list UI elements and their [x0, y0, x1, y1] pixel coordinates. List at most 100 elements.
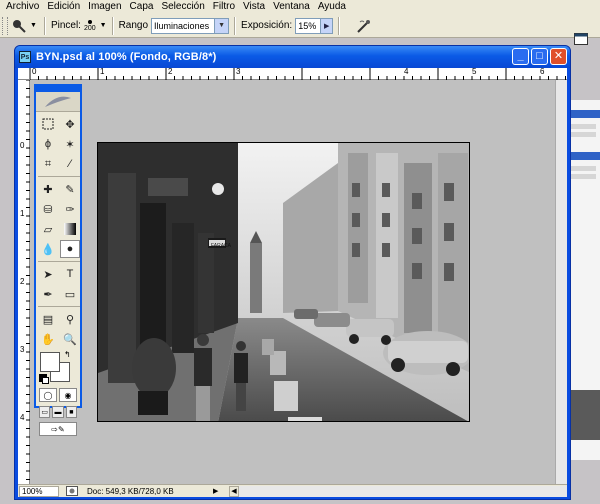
brush-arrow-icon[interactable]: ▼ — [100, 22, 107, 29]
status-bar: 100% Doc: 549,3 KB/728,0 KB ▶ ◀ — [18, 484, 567, 497]
menu-ventana[interactable]: Ventana — [269, 0, 314, 14]
notes-tool-icon[interactable]: ▤ — [38, 310, 58, 328]
status-menu-arrow-icon[interactable]: ▶ — [213, 487, 223, 495]
chevron-down-icon[interactable]: ▼ — [214, 18, 229, 33]
menu-seleccion[interactable]: Selección — [157, 0, 208, 14]
move-tool-icon[interactable]: ✥ — [60, 115, 80, 133]
shop-sign-text: FARACA — [211, 243, 232, 249]
healing-brush-icon[interactable]: ✚ — [38, 180, 58, 198]
default-colors-icon[interactable] — [39, 374, 49, 384]
zoom-field[interactable]: 100% — [19, 485, 59, 497]
document-title: BYN.psd al 100% (Fondo, RGB/8*) — [36, 51, 217, 63]
eyedropper-icon[interactable]: ⚲ — [60, 310, 80, 328]
foreground-color[interactable] — [40, 352, 60, 372]
screen-mode-full-icon[interactable]: ■ — [65, 406, 77, 418]
screen-mode-full-menu-icon[interactable]: ▬ — [52, 406, 64, 418]
shape-tool-icon[interactable]: ▭ — [60, 285, 80, 303]
eraser-tool-icon[interactable]: ▱ — [38, 220, 58, 238]
menu-edicion[interactable]: Edición — [43, 0, 84, 14]
ruler-top-label: 5 — [472, 67, 477, 76]
feather-logo-icon[interactable] — [36, 92, 80, 112]
range-label: Rango — [118, 20, 149, 31]
exposure-field[interactable]: 15% — [295, 17, 322, 34]
exposure-slider-arrow-icon[interactable]: ▶ — [321, 17, 334, 34]
screen-mode-row: ▭ ▬ ■ — [36, 404, 80, 420]
bg-window-row — [570, 166, 596, 171]
mask-mode-row: ◯ ◉ — [36, 386, 80, 404]
jump-to-imageready-icon[interactable]: ⇨✎ — [39, 422, 77, 436]
pen-tool-icon[interactable]: ✒ — [38, 285, 58, 303]
slice-tool-icon[interactable]: ⁄ — [60, 155, 80, 173]
lasso-tool-icon[interactable]: ϕ — [38, 135, 58, 153]
screen-mode-standard-icon[interactable]: ▭ — [39, 406, 51, 418]
document-size-status: Doc: 549,3 KB/728,0 KB — [87, 486, 174, 496]
ruler-left-label: 4 — [20, 413, 25, 422]
menu-ayuda[interactable]: Ayuda — [314, 0, 350, 14]
type-tool-icon[interactable]: T — [60, 265, 80, 283]
scroll-left-icon[interactable]: ◀ — [229, 485, 239, 497]
crop-tool-icon[interactable]: ⌗ — [38, 155, 58, 173]
ruler-left-label: 2 — [20, 277, 25, 286]
bg-window-title — [568, 152, 600, 160]
close-button[interactable]: ✕ — [550, 48, 567, 65]
ruler-top-label: 1 — [100, 67, 105, 76]
menu-filtro[interactable]: Filtro — [209, 0, 239, 14]
horizontal-scrollbar[interactable] — [239, 485, 567, 497]
brush-picker[interactable]: 200 — [84, 19, 96, 32]
quick-mask-icon[interactable]: ◉ — [59, 388, 77, 402]
tool-divider — [38, 176, 80, 177]
gradient-tool-icon[interactable] — [60, 220, 80, 238]
menu-imagen[interactable]: Imagen — [84, 0, 125, 14]
clone-stamp-icon[interactable]: ⛁ — [38, 200, 58, 218]
range-select[interactable]: Iluminaciones ▼ — [151, 17, 230, 34]
palette-well-icon[interactable] — [572, 30, 590, 48]
maximize-button[interactable]: □ — [531, 48, 548, 65]
separator — [234, 16, 237, 35]
airbrush-icon[interactable] — [353, 17, 375, 35]
hand-tool-icon[interactable]: ✋ — [38, 330, 58, 348]
ruler-left[interactable]: 0 1 2 3 4 — [18, 80, 30, 484]
dodge-tool-icon[interactable]: ● — [60, 240, 80, 258]
path-selection-icon[interactable]: ➤ — [38, 265, 58, 283]
tool-preset-arrow-icon[interactable]: ▼ — [30, 22, 37, 29]
photoshop-doc-icon: Ps — [19, 51, 31, 63]
ruler-left-label: 0 — [20, 141, 25, 150]
color-swatches: ↰ — [36, 350, 80, 386]
ruler-top-label: 3 — [236, 67, 241, 76]
status-info-icon[interactable] — [65, 486, 79, 497]
vertical-scrollbar[interactable] — [555, 80, 567, 484]
document-client: 0 1 2 3 4 5 6 0 1 2 3 4 FARACA 100% Doc:… — [18, 68, 567, 497]
marquee-tool-icon[interactable] — [38, 115, 58, 133]
imageready-row: ⇨✎ — [36, 420, 80, 438]
menu-vista[interactable]: Vista — [239, 0, 269, 14]
minimize-button[interactable]: _ — [512, 48, 529, 65]
dodge-tool-icon[interactable] — [8, 17, 30, 35]
ruler-corner[interactable] — [18, 68, 30, 80]
menu-capa[interactable]: Capa — [126, 0, 158, 14]
menu-archivo[interactable]: Archivo — [2, 0, 43, 14]
ruler-left-label: 1 — [20, 209, 25, 218]
bg-window-row — [570, 174, 596, 179]
tool-divider — [38, 261, 80, 262]
separator — [111, 16, 114, 35]
street-photo[interactable]: FARACA — [97, 142, 470, 422]
brush-tool-icon[interactable]: ✎ — [60, 180, 80, 198]
brush-label: Pincel: — [50, 20, 81, 31]
history-brush-icon[interactable]: ✑ — [60, 200, 80, 218]
menu-bar: Archivo Edición Imagen Capa Selección Fi… — [0, 0, 600, 14]
swap-colors-icon[interactable]: ↰ — [64, 350, 71, 359]
document-window: Ps BYN.psd al 100% (Fondo, RGB/8*) _ □ ✕… — [14, 45, 571, 500]
ruler-top-label: 6 — [540, 67, 545, 76]
blur-tool-icon[interactable]: 💧 — [38, 240, 58, 258]
ruler-left-label: 3 — [20, 345, 25, 354]
magic-wand-icon[interactable]: ✶ — [60, 135, 80, 153]
tool-divider — [38, 306, 80, 307]
ruler-top-label: 2 — [168, 67, 173, 76]
zoom-tool-icon[interactable]: 🔍 — [60, 330, 80, 348]
document-titlebar[interactable]: Ps BYN.psd al 100% (Fondo, RGB/8*) _ □ ✕ — [15, 46, 570, 68]
separator — [43, 16, 46, 35]
ruler-top[interactable]: 0 1 2 3 4 5 6 — [30, 68, 567, 80]
bg-window-row — [570, 124, 596, 129]
standard-mode-icon[interactable]: ◯ — [39, 388, 57, 402]
tools-palette: ✥ ϕ ✶ ⌗ ⁄ ✚ ✎ ⛁ ✑ ▱ 💧 ● ➤ T ✒ ▭ ▤ ⚲ ✋ 🔍 … — [34, 84, 82, 436]
